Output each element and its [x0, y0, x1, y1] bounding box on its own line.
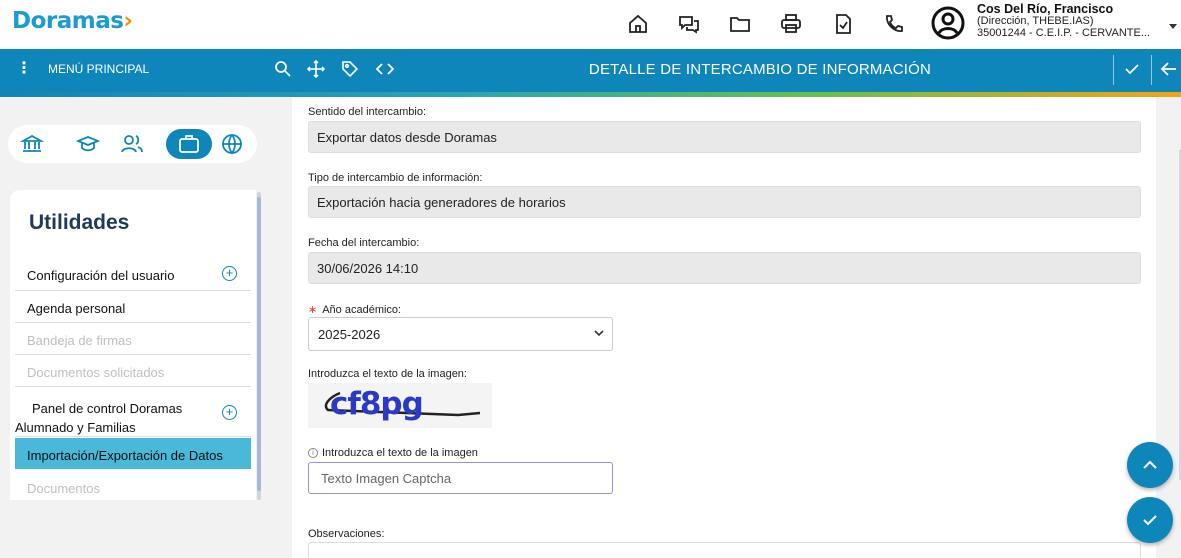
tools-module-tab[interactable] [166, 129, 212, 159]
sidebar-item-label: Importación/Exportación de Datos [27, 448, 223, 463]
sidebar-item-panel-control[interactable]: Panel de control Doramas Alumnado y Fami… [15, 387, 251, 437]
sidebar-item-label: Documentos solicitados [27, 365, 165, 380]
fecha-field: 30/06/2026 14:10 [308, 252, 1141, 284]
institution-icon[interactable] [19, 132, 45, 156]
sidebar-item-label: Panel de control Doramas [32, 401, 183, 416]
sidebar-item-label: Documentos [27, 481, 100, 496]
anio-label: ∗ Año académico: [308, 303, 401, 316]
sentido-field: Exportar datos desde Doramas [308, 121, 1141, 153]
info-icon: i [308, 448, 318, 458]
required-mark: ∗ [308, 304, 318, 316]
page-scroll-area [1157, 97, 1181, 558]
captcha-input-label-text: Introduzca el texto de la imagen [322, 447, 478, 459]
expand-plus-icon[interactable]: + [222, 266, 237, 281]
toolbar-divider [1151, 55, 1152, 85]
messages-icon[interactable] [677, 12, 701, 36]
chevron-up-icon [1143, 460, 1157, 469]
tipo-label: Tipo de intercambio de información: [308, 172, 483, 184]
anio-selected-value: 2025-2026 [318, 327, 381, 342]
captcha-image-label: Introduzca el texto de la imagen: [308, 368, 467, 380]
user-name: Cos Del Río, Francisco [977, 2, 1114, 16]
users-icon[interactable] [120, 132, 144, 156]
user-menu-caret-icon[interactable] [1169, 24, 1177, 29]
sidebar-item-configuracion-usuario[interactable]: Configuración del usuario + [15, 258, 251, 291]
observaciones-textarea[interactable] [308, 542, 1141, 558]
check-icon [1143, 515, 1157, 526]
sidebar-item-label-line2: Alumnado y Familias [15, 420, 136, 435]
scroll-top-button[interactable] [1127, 442, 1173, 488]
sidebar-item-label: Bandeja de firmas [27, 333, 132, 348]
vertical-dots-icon: ⋮ [16, 60, 32, 77]
printer-icon[interactable] [779, 12, 803, 36]
user-center: 35001244 - C.E.I.P. - CERVANTE... [977, 27, 1151, 39]
phone-icon[interactable] [882, 12, 906, 36]
sidebar-item-label: Agenda personal [27, 301, 126, 316]
captcha-image: cf8pg [308, 383, 492, 428]
top-bar: Doramas› Cos Del Río, Francisco (Direcci… [0, 0, 1181, 49]
page-title: DETALLE DE INTERCAMBIO DE INFORMACIÓN [588, 61, 932, 78]
user-role: (Dirección, THEBE.IAS) [977, 15, 1094, 27]
user-avatar-icon[interactable] [930, 5, 966, 41]
sidebar-item-agenda-personal[interactable]: Agenda personal [15, 291, 251, 323]
sidebar-scrollbar-thumb[interactable] [257, 197, 261, 491]
sentido-label: Sentido del intercambio: [308, 106, 427, 118]
anio-academico-select[interactable]: 2025-2026 [308, 317, 613, 351]
expand-plus-icon[interactable]: + [222, 405, 237, 420]
sidebar-item-importacion-exportacion[interactable]: Importación/Exportación de Datos [15, 438, 251, 469]
doramas-logo[interactable]: Doramas› [12, 8, 133, 34]
utilities-panel: Utilidades Configuración del usuario + A… [10, 190, 256, 500]
captcha-input-label: i Introduzca el texto de la imagen [308, 447, 478, 459]
globe-icon[interactable] [220, 132, 244, 156]
tipo-field: Exportación hacia generadores de horario… [308, 186, 1141, 218]
folder-icon[interactable] [728, 12, 752, 36]
main-menu-button[interactable]: ⋮ MENÚ PRINCIPAL [16, 61, 149, 77]
tag-icon[interactable] [340, 59, 360, 79]
chevron-down-icon [594, 330, 604, 337]
save-confirm-button[interactable] [1127, 497, 1173, 543]
fecha-label: Fecha del intercambio: [308, 237, 420, 249]
sidebar-item-documentos: Documentos [15, 471, 251, 500]
move-arrows-icon[interactable] [306, 59, 326, 79]
observaciones-label: Observaciones: [308, 528, 385, 540]
search-icon[interactable] [273, 59, 293, 79]
sidebar-item-bandeja-firmas: Bandeja de firmas [15, 323, 251, 355]
graduation-cap-icon[interactable] [75, 132, 101, 156]
main-toolbar: ⋮ MENÚ PRINCIPAL DETALLE DE INTERCAMBIO … [0, 49, 1181, 92]
back-arrow-icon[interactable] [1159, 59, 1179, 79]
main-menu-label: MENÚ PRINCIPAL [48, 62, 150, 76]
utilities-title: Utilidades [29, 211, 130, 234]
confirm-check-icon[interactable] [1122, 59, 1142, 79]
captcha-input[interactable] [308, 462, 613, 494]
anio-label-text: Año académico: [322, 304, 402, 316]
toolbar-divider [1113, 55, 1114, 85]
user-info[interactable]: Cos Del Río, Francisco (Dirección, THEBE… [977, 3, 1165, 39]
sidebar-item-documentos-solicitados: Documentos solicitados [15, 355, 251, 387]
briefcase-icon [179, 135, 199, 153]
captcha-text: cf8pg [330, 386, 424, 422]
home-icon[interactable] [626, 12, 650, 36]
sidebar-item-label: Configuración del usuario [27, 268, 175, 283]
code-icon[interactable] [375, 59, 395, 79]
module-switcher [8, 125, 257, 163]
document-check-icon[interactable] [831, 12, 855, 36]
